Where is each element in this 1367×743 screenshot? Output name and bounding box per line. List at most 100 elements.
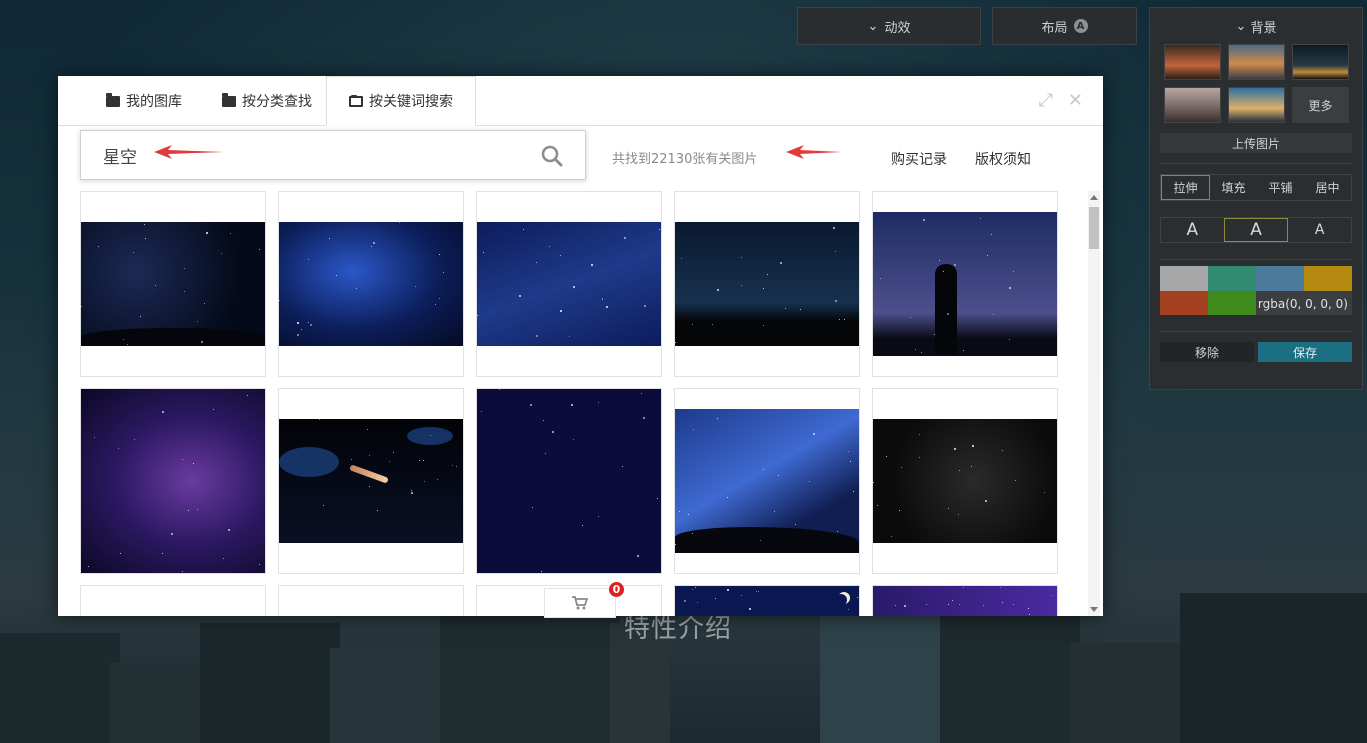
result-thumbnail — [279, 419, 463, 543]
star-dot — [741, 256, 743, 258]
star-dot — [598, 401, 600, 403]
color-swatch[interactable] — [1208, 290, 1256, 315]
result-thumbnail — [675, 586, 859, 616]
result-count: 共找到22130张有关图片 — [612, 152, 758, 167]
star-dot — [891, 535, 893, 537]
star-dot — [644, 305, 647, 308]
color-swatch[interactable] — [1256, 266, 1304, 291]
upload-image-button[interactable]: 上传图片 — [1160, 133, 1352, 153]
save-button[interactable]: 保存 — [1258, 342, 1352, 362]
star-dot — [1001, 450, 1003, 451]
scroll-up-arrow-icon[interactable] — [1090, 195, 1098, 200]
animation-button[interactable]: ⌄ 动效 — [797, 7, 981, 45]
star-dot — [800, 308, 802, 310]
image-result[interactable] — [872, 191, 1058, 377]
color-swatch[interactable] — [1160, 290, 1208, 315]
color-swatch[interactable] — [1304, 266, 1352, 291]
star-dot — [161, 411, 164, 414]
star-dot — [1009, 286, 1012, 289]
star-dot — [182, 571, 184, 573]
fill-mode-stretch[interactable]: 拉伸 — [1161, 175, 1210, 200]
result-thumbnail — [675, 222, 859, 346]
scroll-thumb[interactable] — [1089, 207, 1099, 249]
image-result[interactable] — [80, 191, 266, 377]
star-dot — [920, 351, 922, 353]
star-dot — [715, 598, 717, 600]
background-panel-header[interactable]: ⌄ 背景 — [1160, 8, 1352, 44]
star-dot — [455, 466, 457, 468]
star-dot — [206, 231, 209, 234]
star-dot — [1029, 614, 1031, 616]
font-size-small[interactable]: A — [1288, 218, 1351, 242]
image-result[interactable] — [674, 585, 860, 616]
image-result[interactable] — [476, 191, 662, 377]
color-swatch[interactable] — [1208, 266, 1256, 291]
star-dot — [369, 454, 371, 456]
star-dot — [372, 241, 375, 244]
star-dot — [957, 514, 959, 516]
chevron-down-icon: ⌄ — [867, 18, 879, 34]
star-dot — [946, 312, 949, 315]
purchase-history-link[interactable]: 购买记录 — [891, 149, 947, 169]
rgba-value: rgba(0, 0, 0, 0) — [1257, 297, 1348, 311]
image-result[interactable] — [476, 388, 662, 574]
background-thumbnail[interactable] — [1164, 44, 1221, 80]
fill-mode-center[interactable]: 居中 — [1304, 175, 1351, 200]
image-result[interactable] — [278, 388, 464, 574]
image-result[interactable] — [674, 388, 860, 574]
image-result[interactable] — [80, 388, 266, 574]
fill-mode-tile[interactable]: 平铺 — [1257, 175, 1304, 200]
star-dot — [748, 608, 751, 610]
star-dot — [763, 287, 765, 289]
expand-icon[interactable]: ⤢ — [1039, 90, 1053, 111]
background-thumbnail[interactable] — [1164, 87, 1221, 123]
layout-button[interactable]: 布局 A — [992, 7, 1137, 45]
star-dot — [1009, 338, 1011, 340]
image-result[interactable] — [872, 388, 1058, 574]
star-dot — [838, 318, 840, 320]
image-result[interactable] — [674, 191, 860, 377]
star-dot — [154, 285, 156, 287]
background-thumbnail[interactable] — [1228, 87, 1285, 123]
font-size-medium[interactable]: A — [1223, 218, 1289, 242]
font-size-large[interactable]: A — [1161, 218, 1224, 242]
scroll-down-arrow-icon[interactable] — [1090, 607, 1098, 612]
search-icon[interactable] — [541, 145, 563, 171]
arrow-annotation-icon — [154, 145, 224, 159]
remove-button[interactable]: 移除 — [1160, 342, 1254, 362]
layout-badge-icon: A — [1073, 19, 1088, 33]
star-dot — [559, 255, 561, 257]
color-swatch[interactable] — [1160, 266, 1208, 291]
cart-button[interactable] — [544, 588, 616, 618]
image-result[interactable] — [872, 585, 1058, 616]
star-dot — [741, 594, 743, 596]
image-result[interactable] — [80, 585, 266, 616]
star-dot — [356, 287, 358, 289]
divider — [1160, 331, 1352, 332]
star-dot — [411, 492, 414, 495]
copyright-notice-link[interactable]: 版权须知 — [975, 149, 1031, 169]
star-dot — [602, 297, 604, 299]
tab-my-gallery[interactable]: 我的图库 — [80, 76, 196, 126]
star-dot — [415, 286, 417, 288]
star-dot — [350, 458, 352, 460]
fill-mode-fill[interactable]: 填充 — [1210, 175, 1257, 200]
star-dot — [992, 314, 994, 316]
background-thumbnail[interactable] — [1292, 44, 1349, 80]
close-icon[interactable]: ✕ — [1068, 90, 1083, 111]
results-scrollbar[interactable] — [1088, 191, 1100, 616]
result-thumbnail — [873, 419, 1057, 543]
more-backgrounds-button[interactable]: 更多 — [1292, 87, 1349, 123]
star-dot — [279, 300, 280, 302]
tab-keyword-search[interactable]: 按关键词搜索 — [326, 76, 476, 126]
background-panel: ⌄ 背景 更多 上传图片 拉伸 填充 平铺 居中 A A A rgba(0, 0… — [1149, 7, 1363, 390]
star-dot — [543, 420, 545, 422]
animation-label: 动效 — [884, 20, 911, 36]
star-dot — [530, 403, 533, 406]
image-result[interactable] — [278, 585, 464, 616]
image-result[interactable] — [278, 191, 464, 377]
star-dot — [885, 456, 887, 458]
background-thumbnail[interactable] — [1228, 44, 1285, 80]
tab-browse-category[interactable]: 按分类查找 — [196, 76, 326, 126]
star-dot — [139, 316, 141, 318]
